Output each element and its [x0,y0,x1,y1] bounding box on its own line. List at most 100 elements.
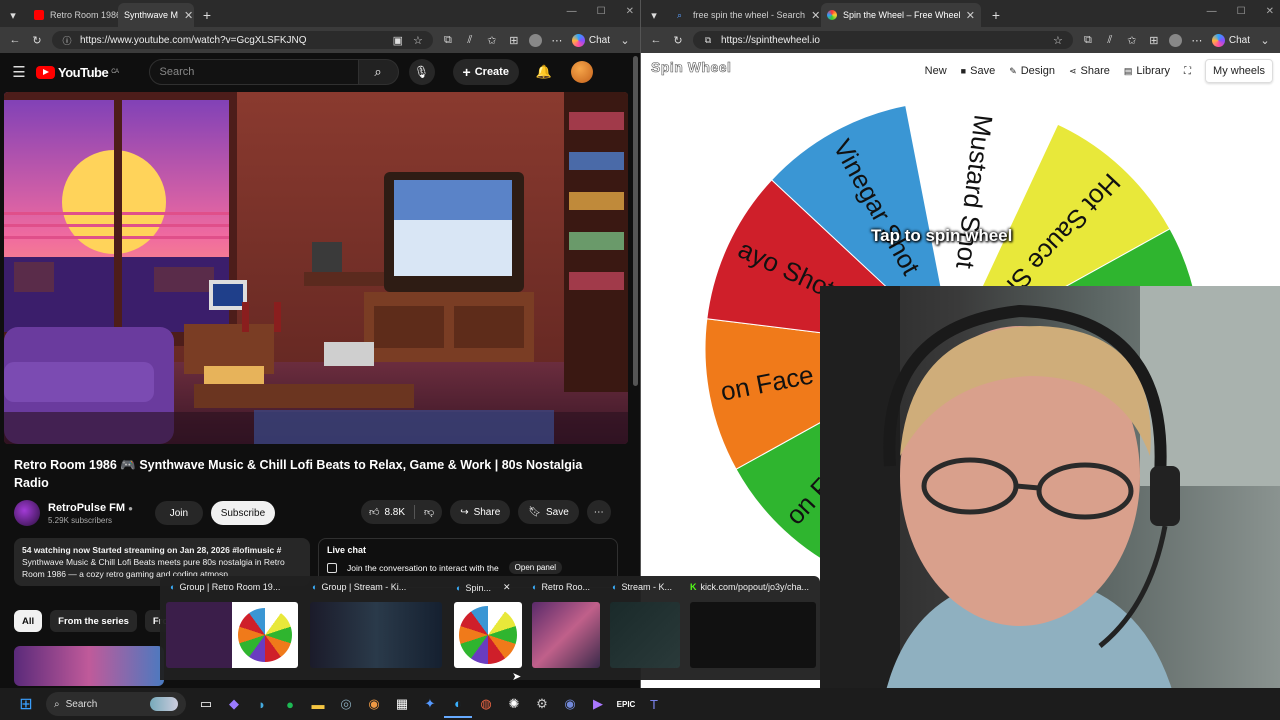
join-button[interactable]: Join [154,501,203,525]
save-button[interactable]: 🔖︎ Save [518,500,579,524]
app-icon[interactable]: ▶ [584,690,612,718]
edge-icon[interactable]: ◐ [444,690,472,718]
minimize-icon[interactable]: — [567,6,577,17]
tab-actions-icon[interactable]: ▾ [647,8,661,22]
steam-icon[interactable]: ◎ [332,690,360,718]
share-button[interactable]: ↪ Share [450,500,511,524]
my-wheels-button[interactable]: My wheels [1205,59,1273,83]
close-tab-icon[interactable]: ✕ [184,9,193,22]
preview-thumb-kick-chat[interactable] [690,602,816,668]
chip-all[interactable]: All [14,610,43,632]
favorite-star-icon[interactable]: ☆ [1051,33,1065,47]
tap-to-spin-label[interactable]: Tap to spin wheel [871,226,1012,246]
nav-new[interactable]: New [925,65,947,77]
taskbar-search-box[interactable]: ⌕ Search [46,692,186,716]
open-panel-button[interactable]: Open panel [508,561,563,574]
nav-design[interactable]: ✎ Design [1009,65,1055,77]
refresh-icon[interactable]: ↻ [30,33,44,47]
preview-thumb-stream[interactable] [610,602,680,668]
video-player[interactable] [4,92,628,444]
preview-item-label[interactable]: Kkick.com/popout/jo3y/cha... [690,582,820,592]
preview-thumb-group-stream[interactable] [310,602,442,668]
scrollbar[interactable] [633,56,638,386]
url-field[interactable]: ⓘ https://www.youtube.com/watch?v=GcgXLS… [52,31,433,49]
teams-icon[interactable]: T [640,690,668,718]
close-window-icon[interactable]: ✕ [626,6,634,17]
youtube-search-input[interactable]: Search [148,59,359,85]
fullscreen-icon[interactable]: ⛶ [1184,66,1191,77]
preview-item-label[interactable]: ◐ Group | Retro Room 19... [170,582,305,592]
site-info-icon[interactable]: ⧉ [701,33,715,47]
tab-youtube-retro-room[interactable]: Retro Room 1986 [28,3,118,27]
refresh-icon[interactable]: ↻ [671,33,685,47]
preview-thumb-retro-room[interactable] [532,602,600,668]
profile-icon[interactable] [528,33,542,47]
close-window-icon[interactable]: ✕ [1266,6,1274,17]
minimize-icon[interactable]: — [1207,6,1217,17]
split-screen-icon[interactable]: ⫽ [463,33,477,47]
channel-name[interactable]: RetroPulse FM ● [48,502,133,514]
tab-spin-the-wheel[interactable]: Spin the Wheel – Free Wheel Spin ✕ [821,3,981,27]
collections-icon[interactable]: ⊞ [1147,33,1161,47]
close-tab-icon[interactable]: ✕ [811,9,820,22]
url-field[interactable]: ⧉ https://spinthewheel.io ☆ [693,31,1073,49]
copilot-chat-button[interactable]: Chat [1211,33,1250,47]
spinwheel-logo[interactable]: Spin Wheel [651,59,732,76]
recommended-thumbnail[interactable] [14,646,164,686]
chevron-down-icon[interactable]: ⌄ [1258,33,1272,47]
tab-youtube-synthwave[interactable]: Synthwave M ✕ [118,3,194,27]
search-button[interactable]: ⌕ [358,59,399,85]
copilot-app-icon[interactable]: ◆ [220,690,248,718]
hamburger-menu-icon[interactable]: ☰ [12,64,26,81]
tab-actions-icon[interactable]: ▾ [6,8,20,22]
preview-item-label[interactable]: ◐ Group | Stream - Ki... [312,582,452,592]
back-icon[interactable]: ← [8,33,22,47]
split-screen-icon[interactable]: ⫽ [1103,33,1117,47]
chrome-icon[interactable]: ◉ [360,690,388,718]
close-preview-icon[interactable]: ✕ [503,582,511,593]
maximize-icon[interactable]: ☐ [597,6,606,17]
close-tab-icon[interactable]: ✕ [966,9,975,22]
spotify-icon[interactable]: ● [276,690,304,718]
more-actions-button[interactable]: ⋯ [586,500,611,524]
extensions-icon[interactable]: ⧉ [441,33,455,47]
discord-icon[interactable]: ◉ [556,690,584,718]
favorites-icon[interactable]: ✩ [485,33,499,47]
collections-icon[interactable]: ⊞ [507,33,521,47]
back-icon[interactable]: ← [649,33,663,47]
calculator-icon[interactable]: ▦ [388,690,416,718]
site-info-icon[interactable]: ⓘ [60,33,74,47]
preview-item-label[interactable]: ◐ Retro Roo... [532,582,606,592]
chip-from-series[interactable]: From the series [50,610,137,632]
new-tab-icon[interactable]: + [989,7,1003,23]
favorites-icon[interactable]: ✩ [1125,33,1139,47]
preview-thumb-group-retro[interactable] [166,602,298,668]
maximize-icon[interactable]: ☐ [1237,6,1246,17]
new-tab-icon[interactable]: + [200,7,214,23]
chatgpt-icon[interactable]: ✺ [500,690,528,718]
task-view-icon[interactable]: ▭ [192,690,220,718]
app-icon[interactable]: ✦ [416,690,444,718]
app-icon[interactable]: ⚙ [528,690,556,718]
windows-start-icon[interactable]: ⊞ [12,690,40,718]
app-icon[interactable]: ◍ [472,690,500,718]
preview-thumb-spin[interactable] [454,602,522,668]
copilot-chat-button[interactable]: Chat [571,33,610,47]
nav-library[interactable]: ▤ Library [1124,65,1170,77]
extensions-icon[interactable]: ⧉ [1081,33,1095,47]
thumbs-down-icon[interactable]: 👎︎ [424,506,434,518]
account-avatar[interactable] [570,61,593,83]
app-icon[interactable]: ◗ [248,690,276,718]
more-menu-icon[interactable]: ⋯ [1190,33,1204,47]
epic-games-icon[interactable]: EPIC [612,690,640,718]
file-explorer-icon[interactable]: ▬ [304,690,332,718]
notifications-bell-icon[interactable]: 🔔 [536,64,552,79]
create-button[interactable]: + Create [452,59,519,85]
profile-icon[interactable] [1168,33,1182,47]
voice-search-button[interactable]: 🎙 [408,59,435,85]
nav-save[interactable]: ■ Save [961,65,996,77]
subscribe-button[interactable]: Subscribe [210,501,275,525]
nav-share[interactable]: ⋖ Share [1069,65,1110,77]
more-menu-icon[interactable]: ⋯ [550,33,564,47]
like-button[interactable]: 👍︎ 8.8K 👎︎ [361,500,443,524]
